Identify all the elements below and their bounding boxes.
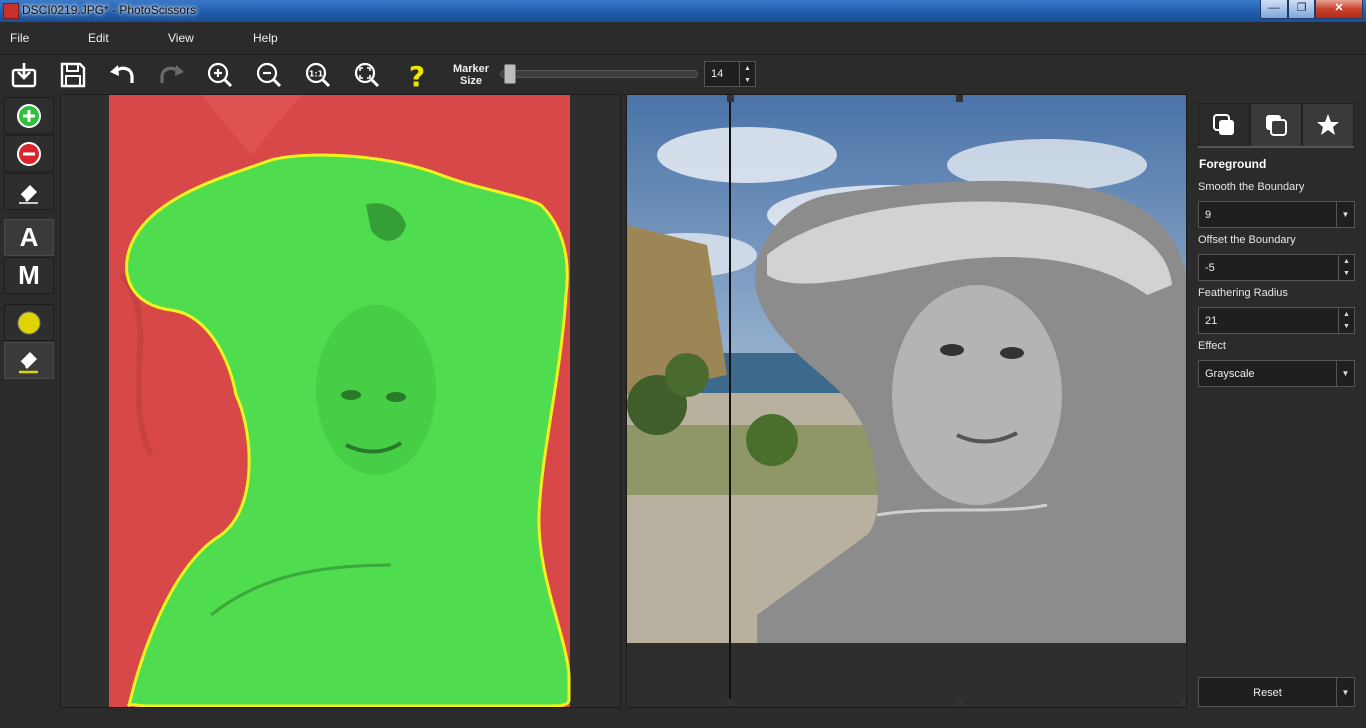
marker-size-slider-thumb[interactable] <box>503 64 516 84</box>
spin-up-icon[interactable]: ▲ <box>744 65 751 72</box>
marker-size-value: 14 <box>711 68 724 80</box>
menu-help[interactable]: Help <box>253 31 278 45</box>
feathering-value: 21 <box>1205 314 1218 327</box>
preview-canvas[interactable] <box>626 94 1187 708</box>
spin-down-icon[interactable]: ▼ <box>1343 323 1350 330</box>
spin-down-icon[interactable]: ▼ <box>1343 270 1350 277</box>
feathering-radius-spinbox[interactable]: 21 ▲ ▼ <box>1198 307 1355 334</box>
source-canvas[interactable] <box>60 94 621 708</box>
reset-button[interactable]: Reset ▼ <box>1198 677 1355 707</box>
marker-size-spinbox[interactable]: 14 ▲ ▼ <box>704 61 756 87</box>
boundary-eraser-tool[interactable] <box>4 342 54 379</box>
foreground-marker-tool[interactable] <box>4 97 54 134</box>
svg-text:?: ? <box>409 61 425 89</box>
zoom-out-icon[interactable] <box>254 60 284 90</box>
result-preview-image <box>627 95 1186 707</box>
boundary-marker-icon <box>17 311 41 334</box>
menu-bar: File Edit View Help <box>0 22 1366 54</box>
effect-value: Grayscale <box>1205 368 1255 380</box>
auto-mode-button[interactable]: A <box>4 219 54 256</box>
effects-tab[interactable] <box>1302 103 1354 147</box>
marker-size-slider[interactable] <box>500 70 698 78</box>
foreground-marker-icon <box>17 103 41 128</box>
manual-mode-button[interactable]: M <box>4 257 54 294</box>
effect-select[interactable]: Grayscale ▼ <box>1198 360 1355 387</box>
menu-view[interactable]: View <box>168 31 194 45</box>
marker-size-label: Marker Size <box>452 63 490 87</box>
spin-up-icon[interactable]: ▲ <box>1343 258 1350 265</box>
chevron-down-icon[interactable]: ▼ <box>1336 361 1354 386</box>
window-title: DSCI0219.JPG* - PhotoScissors <box>22 3 197 17</box>
fit-to-window-icon[interactable] <box>352 60 382 90</box>
spin-up-icon[interactable]: ▲ <box>1343 311 1350 318</box>
title-bar: DSCI0219.JPG* - PhotoScissors — ❐ ✕ <box>0 0 1366 22</box>
section-title: Foreground <box>1199 157 1267 171</box>
save-icon[interactable] <box>58 60 88 90</box>
undo-icon[interactable] <box>107 60 137 90</box>
tab-divider <box>1198 146 1354 148</box>
background-layer-icon <box>1266 115 1287 136</box>
eraser-tool[interactable] <box>4 173 54 210</box>
background-tab[interactable] <box>1250 103 1302 147</box>
foreground-tab[interactable] <box>1198 103 1250 147</box>
reset-label: Reset <box>1253 687 1282 699</box>
feathering-label: Feathering Radius <box>1198 287 1288 299</box>
foreground-layer-icon <box>1213 114 1234 135</box>
offset-value: -5 <box>1205 261 1215 274</box>
menu-edit[interactable]: Edit <box>88 31 109 45</box>
smooth-label: Smooth the Boundary <box>1198 181 1305 193</box>
auto-mode-letter: A <box>19 222 39 252</box>
toolbar: 1:1 ? Marker Size 14 ▲ ▼ <box>0 54 1366 94</box>
app-icon <box>3 3 19 19</box>
redo-icon[interactable] <box>157 60 187 90</box>
svg-text:1:1: 1:1 <box>309 70 324 79</box>
minimize-button[interactable]: — <box>1260 0 1288 19</box>
boundary-eraser-icon <box>19 351 38 373</box>
spin-down-icon[interactable]: ▼ <box>744 77 751 84</box>
close-button[interactable]: ✕ <box>1315 0 1363 19</box>
background-marker-icon <box>17 141 41 166</box>
actual-size-icon[interactable]: 1:1 <box>303 60 333 90</box>
chevron-down-icon[interactable]: ▼ <box>1336 678 1354 706</box>
effect-label: Effect <box>1198 340 1226 352</box>
maximize-button[interactable]: ❐ <box>1288 0 1315 19</box>
star-icon <box>1317 114 1339 135</box>
chevron-down-icon[interactable]: ▼ <box>1336 202 1354 227</box>
marked-photo-image <box>109 95 571 707</box>
zoom-in-icon[interactable] <box>205 60 235 90</box>
offset-boundary-spinbox[interactable]: -5 ▲ ▼ <box>1198 254 1355 281</box>
smooth-boundary-select[interactable]: 9 ▼ <box>1198 201 1355 228</box>
smooth-value: 9 <box>1205 209 1212 221</box>
open-icon[interactable] <box>9 60 39 90</box>
manual-mode-letter: M <box>18 260 40 290</box>
offset-label: Offset the Boundary <box>1198 234 1296 246</box>
boundary-marker-tool[interactable] <box>4 304 54 341</box>
help-icon[interactable]: ? <box>402 60 432 90</box>
menu-file[interactable]: File <box>10 31 29 45</box>
background-marker-tool[interactable] <box>4 135 54 172</box>
eraser-icon <box>19 184 38 204</box>
